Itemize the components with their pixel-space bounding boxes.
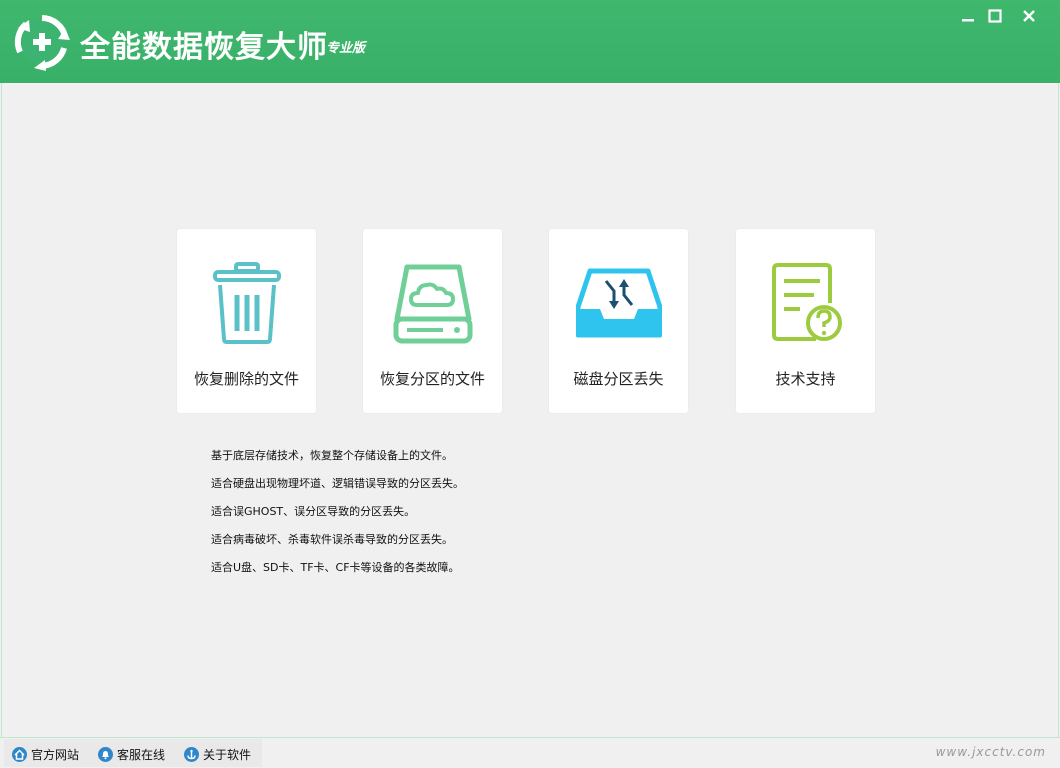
close-button[interactable] — [1017, 4, 1041, 28]
recover-deleted-files-card[interactable]: 恢复删除的文件 — [177, 229, 316, 413]
status-bar: 官方网站 客服在线 关于软件 — [0, 737, 1060, 768]
description-line: 适合硬盘出现物理坏道、逻辑错误导致的分区丢失。 — [211, 477, 464, 490]
card-label: 恢复分区的文件 — [379, 370, 485, 388]
trash-icon — [212, 262, 281, 344]
document-question-icon — [771, 263, 842, 341]
close-icon — [1023, 10, 1035, 22]
status-link-label: 客服在线 — [117, 747, 166, 762]
title-bar: 全能数据恢复大师 专业版 — [0, 0, 1060, 83]
description-line: 适合U盘、SD卡、TF卡、CF卡等设备的各类故障。 — [211, 561, 460, 574]
recover-partition-files-card[interactable]: 恢复分区的文件 — [363, 229, 502, 413]
description-line: 基于底层存储技术，恢复整个存储设备上的文件。 — [211, 449, 453, 462]
app-title: 全能数据恢复大师 — [80, 30, 328, 65]
card-label: 技术支持 — [775, 370, 836, 388]
status-links-group: 官方网站 客服在线 关于软件 — [4, 739, 262, 767]
watermark: www.jxcctv.com — [935, 745, 1046, 759]
card-label: 恢复删除的文件 — [193, 370, 299, 388]
description-line: 适合误GHOST、误分区导致的分区丢失。 — [211, 505, 416, 518]
disk-partition-lost-card[interactable]: 磁盘分区丢失 — [549, 229, 688, 413]
official-website-link[interactable]: 官方网站 — [12, 745, 79, 763]
anchor-icon — [184, 746, 199, 762]
main-panel — [1, 83, 1059, 737]
minimize-icon — [962, 19, 974, 22]
app-logo-icon — [14, 15, 70, 71]
description-list: 基于底层存储技术，恢复整个存储设备上的文件。 适合硬盘出现物理坏道、逻辑错误导致… — [211, 448, 761, 588]
about-software-link[interactable]: 关于软件 — [184, 745, 251, 763]
home-icon — [12, 746, 27, 762]
inbox-swap-icon — [575, 268, 662, 338]
app-edition: 专业版 — [326, 41, 366, 56]
tech-support-card[interactable]: 技术支持 — [736, 229, 875, 413]
customer-service-link[interactable]: 客服在线 — [98, 745, 165, 763]
description-line: 适合病毒破坏、杀毒软件误杀毒导致的分区丢失。 — [211, 533, 453, 546]
bell-icon — [98, 746, 113, 762]
cloud-drive-icon — [393, 264, 472, 344]
status-link-label: 官方网站 — [31, 747, 80, 762]
status-link-label: 关于软件 — [203, 747, 252, 762]
maximize-icon — [988, 9, 1002, 23]
minimize-button[interactable] — [956, 4, 980, 28]
maximize-button[interactable] — [983, 4, 1007, 28]
card-label: 磁盘分区丢失 — [573, 370, 664, 388]
